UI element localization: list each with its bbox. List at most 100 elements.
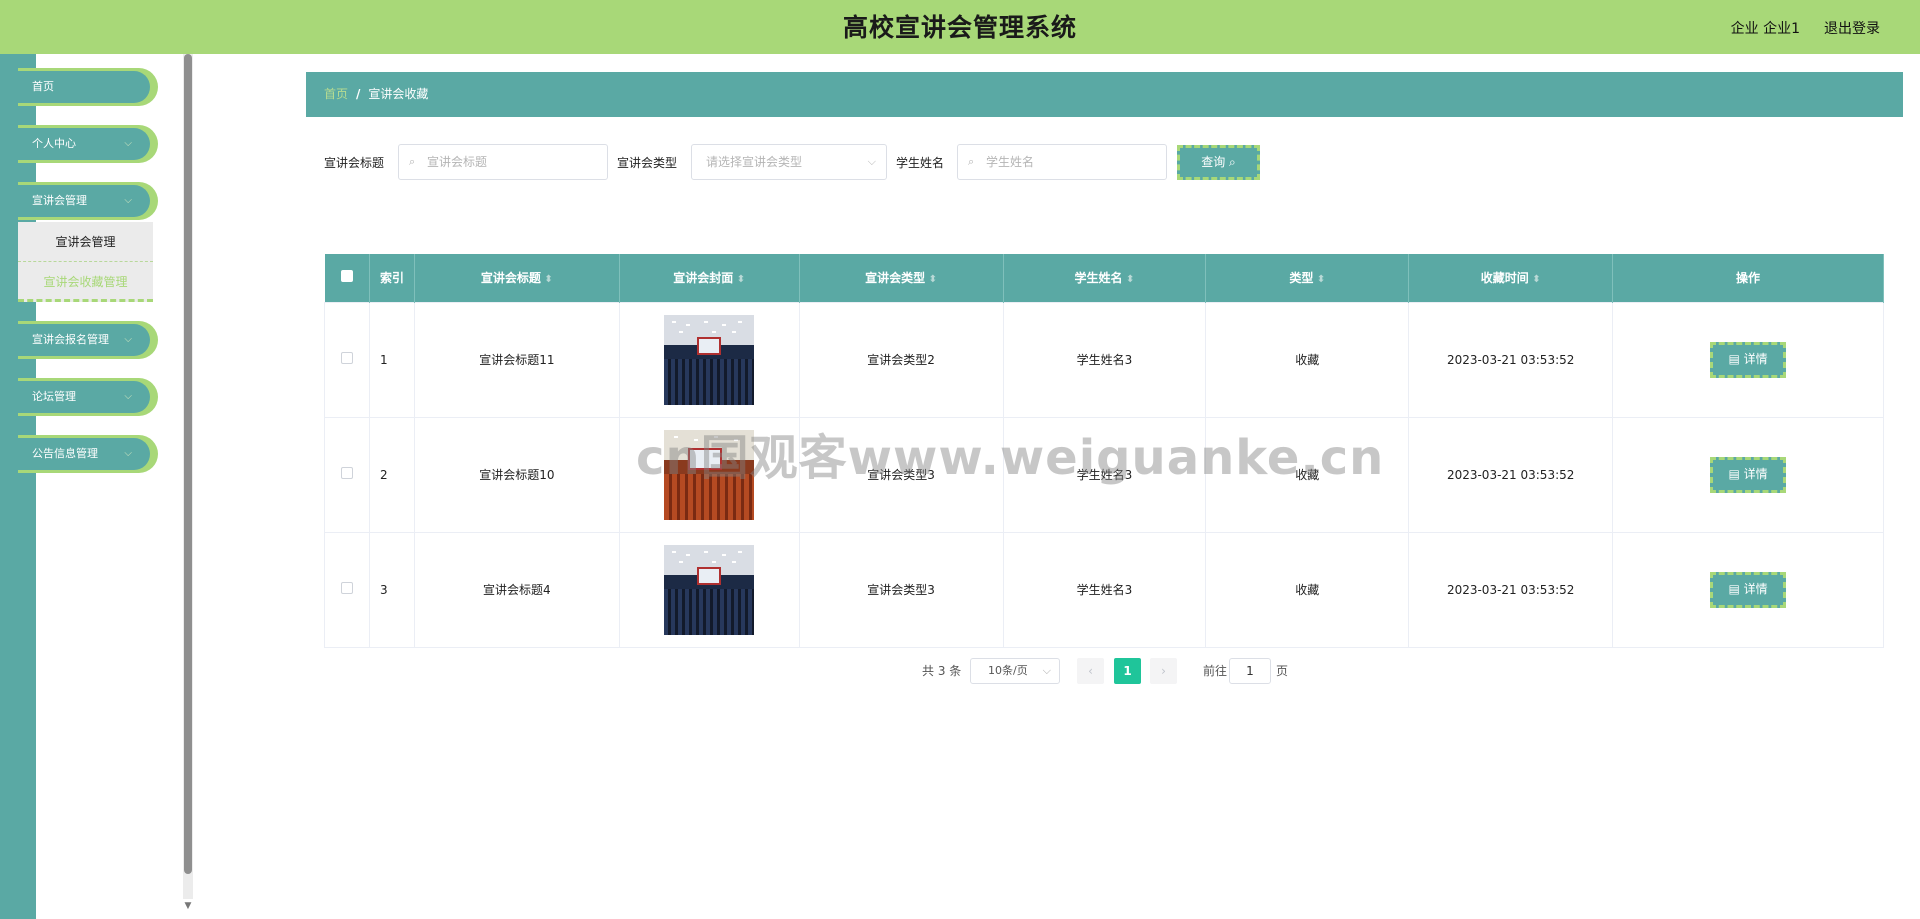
page-number-current[interactable]: 1 xyxy=(1114,658,1141,684)
search-icon: ⌕ xyxy=(1229,155,1236,169)
sidebar-menu: 首页 个人中心 ⌵ 宣讲会管理 ⌵ 宣讲会管理 宣讲会收藏管理 宣讲会报名管理 ⌵ 论… xyxy=(18,68,153,492)
cover-audience xyxy=(664,588,755,635)
search-button-label: 查询 xyxy=(1201,155,1226,169)
sidebar-item-notice[interactable]: 公告信息管理 ⌵ xyxy=(18,435,153,473)
select-all-cell[interactable] xyxy=(324,254,370,302)
chevron-left-icon: ‹ xyxy=(1088,664,1093,678)
row-index: 1 xyxy=(368,301,415,418)
cover-screen xyxy=(697,566,722,585)
detail-button-label: 详情 xyxy=(1743,581,1768,596)
col-cover[interactable]: 宣讲会封面 xyxy=(619,254,800,302)
row-title: 宣讲会标题4 xyxy=(413,531,620,648)
row-title: 宣讲会标题11 xyxy=(413,301,620,418)
page-size-select[interactable]: 10条/页 ⌵ xyxy=(970,658,1060,684)
top-header: 高校宣讲会管理系统 企业 企业1 退出登录 xyxy=(0,0,1920,54)
col-index: 索引 xyxy=(369,254,415,302)
chevron-down-icon: ⌵ xyxy=(124,195,132,206)
scrollbar-thumb[interactable] xyxy=(184,54,192,874)
col-action: 操作 xyxy=(1612,254,1884,302)
cover-audience xyxy=(664,358,755,405)
breadcrumb-current: 宣讲会收藏 xyxy=(368,87,429,101)
sidebar-item-label: 首页 xyxy=(32,80,54,93)
breadcrumb-separator: / xyxy=(356,87,361,101)
pagination-total: 共 3 条 xyxy=(922,664,962,678)
sidebar-item-label: 宣讲会报名管理 xyxy=(32,333,109,346)
sidebar-item-label: 个人中心 xyxy=(32,137,76,150)
detail-button[interactable]: ▤ 详情 xyxy=(1710,456,1787,493)
row-type: 宣讲会类型2 xyxy=(798,301,1004,418)
chevron-down-icon: ⌵ xyxy=(124,334,132,345)
col-kind[interactable]: 类型 xyxy=(1205,254,1410,302)
prev-page-button[interactable]: ‹ xyxy=(1077,658,1104,684)
row-action-cell: ▤ 详情 xyxy=(1612,416,1884,533)
chevron-down-icon: ⌵ xyxy=(1042,664,1051,677)
student-filter-label: 学生姓名 xyxy=(896,156,945,170)
submenu-item-favorite-manage[interactable]: 宣讲会收藏管理 xyxy=(18,262,153,302)
detail-button[interactable]: ▤ 详情 xyxy=(1710,341,1787,378)
table-header-row: 索引 宣讲会标题 宣讲会封面 宣讲会类型 学生姓名 类型 收藏时间 操作 xyxy=(324,254,1884,302)
goto-page-input[interactable]: 1 xyxy=(1229,658,1271,684)
sidebar-item-label: 论坛管理 xyxy=(32,390,76,403)
search-button[interactable]: 查询 ⌕ xyxy=(1177,145,1260,180)
page-size-value: 10条/页 xyxy=(988,664,1028,677)
title-search-placeholder: 宣讲会标题 xyxy=(427,155,488,169)
scroll-down-icon[interactable]: ▼ xyxy=(183,901,193,911)
cover-image xyxy=(664,544,755,635)
col-type[interactable]: 宣讲会类型 xyxy=(799,254,1004,302)
student-search-input[interactable]: ⌕ 学生姓名 xyxy=(957,144,1167,180)
document-icon: ▤ xyxy=(1728,581,1740,596)
detail-button[interactable]: ▤ 详情 xyxy=(1710,571,1787,608)
sidebar-item-home[interactable]: 首页 xyxy=(18,68,153,106)
sidebar-item-forum[interactable]: 论坛管理 ⌵ xyxy=(18,378,153,416)
chevron-down-icon: ⌵ xyxy=(124,391,132,402)
row-index: 2 xyxy=(368,416,415,533)
detail-button-label: 详情 xyxy=(1743,466,1768,481)
cover-image xyxy=(664,314,755,405)
chevron-right-icon: › xyxy=(1161,664,1166,678)
current-user: 企业 企业1 xyxy=(1730,21,1800,37)
row-checkbox[interactable] xyxy=(340,467,353,479)
app-title: 高校宣讲会管理系统 xyxy=(842,13,1077,42)
select-all-checkbox[interactable] xyxy=(340,270,353,283)
sidebar-item-registration[interactable]: 宣讲会报名管理 ⌵ xyxy=(18,321,153,359)
row-title: 宣讲会标题10 xyxy=(413,416,620,533)
document-icon: ▤ xyxy=(1728,351,1740,366)
title-filter-label: 宣讲会标题 xyxy=(324,156,385,170)
row-action-cell: ▤ 详情 xyxy=(1612,531,1884,648)
row-index: 3 xyxy=(368,531,415,648)
table-row: 1 宣讲会标题11 宣讲会类型2 学生姓名3 收藏 2023-03-21 03:… xyxy=(324,301,1884,418)
sidebar-scrollbar[interactable]: ▼ xyxy=(183,54,193,911)
chevron-down-icon: ⌵ xyxy=(124,138,132,149)
logout-link[interactable]: 退出登录 xyxy=(1824,18,1880,38)
col-time[interactable]: 收藏时间 xyxy=(1408,254,1614,302)
sidebar-item-seminar[interactable]: 宣讲会管理 ⌵ xyxy=(18,182,153,220)
next-page-button[interactable]: › xyxy=(1150,658,1177,684)
type-select[interactable]: 请选择宣讲会类型 ⌵ xyxy=(691,144,887,180)
col-student[interactable]: 学生姓名 xyxy=(1003,254,1207,302)
row-checkbox[interactable] xyxy=(340,352,353,364)
row-checkbox[interactable] xyxy=(340,582,353,594)
row-cover xyxy=(618,301,800,418)
chevron-down-icon: ⌵ xyxy=(124,448,132,459)
type-select-placeholder: 请选择宣讲会类型 xyxy=(706,155,803,169)
row-action-cell: ▤ 详情 xyxy=(1612,301,1884,418)
cover-screen xyxy=(697,336,722,355)
row-select-cell[interactable] xyxy=(324,416,370,533)
col-title[interactable]: 宣讲会标题 xyxy=(414,254,620,302)
sidebar-item-profile[interactable]: 个人中心 ⌵ xyxy=(18,125,153,163)
title-search-input[interactable]: ⌕ 宣讲会标题 xyxy=(398,144,608,180)
goto-label: 前往 xyxy=(1203,664,1228,678)
seminar-submenu: 宣讲会管理 宣讲会收藏管理 xyxy=(18,222,153,302)
row-select-cell[interactable] xyxy=(324,301,370,418)
document-icon: ▤ xyxy=(1728,466,1740,481)
sidebar-item-label: 宣讲会管理 xyxy=(32,194,87,207)
type-filter-label: 宣讲会类型 xyxy=(617,156,678,170)
page-unit-label: 页 xyxy=(1276,664,1289,678)
row-time: 2023-03-21 03:53:52 xyxy=(1408,301,1614,418)
student-search-placeholder: 学生姓名 xyxy=(986,155,1035,169)
submenu-item-seminar-manage[interactable]: 宣讲会管理 xyxy=(18,222,153,262)
row-select-cell[interactable] xyxy=(324,531,370,648)
breadcrumb-home[interactable]: 首页 xyxy=(324,87,348,101)
sidebar-item-label: 公告信息管理 xyxy=(32,447,98,460)
row-student: 学生姓名3 xyxy=(1002,531,1207,648)
